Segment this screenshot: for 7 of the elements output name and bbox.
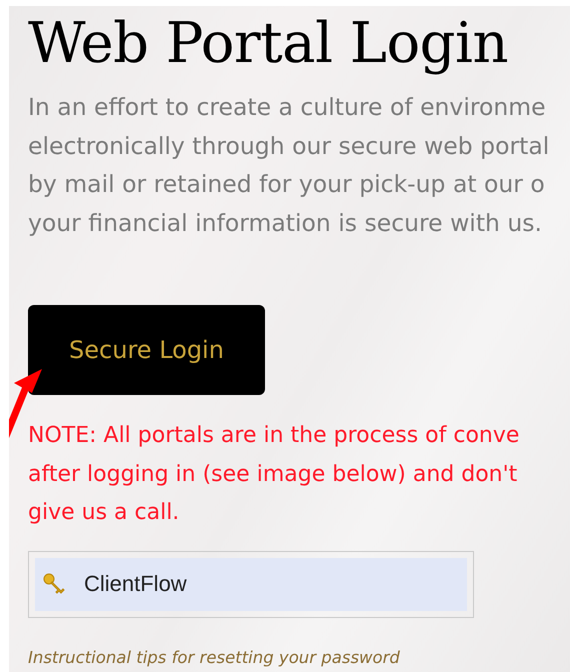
note-paragraph: NOTE: All portals are in the process of conve after logging in (see image below) and don't give us a call. (28, 422, 520, 528)
intro-paragraph: In an effort to create a culture of environme electronically through our secure web portal by mail or retained for your pick-up at our o your financial information is secure with us. (28, 92, 550, 240)
secure-login-button[interactable]: Secure Login (28, 304, 265, 395)
page-title: Web Portal Login (28, 12, 508, 76)
key-icon (42, 572, 66, 596)
clientflow-link[interactable]: ClientFlow (35, 558, 467, 611)
caption: Instructional tips for resetting your password (28, 648, 400, 668)
